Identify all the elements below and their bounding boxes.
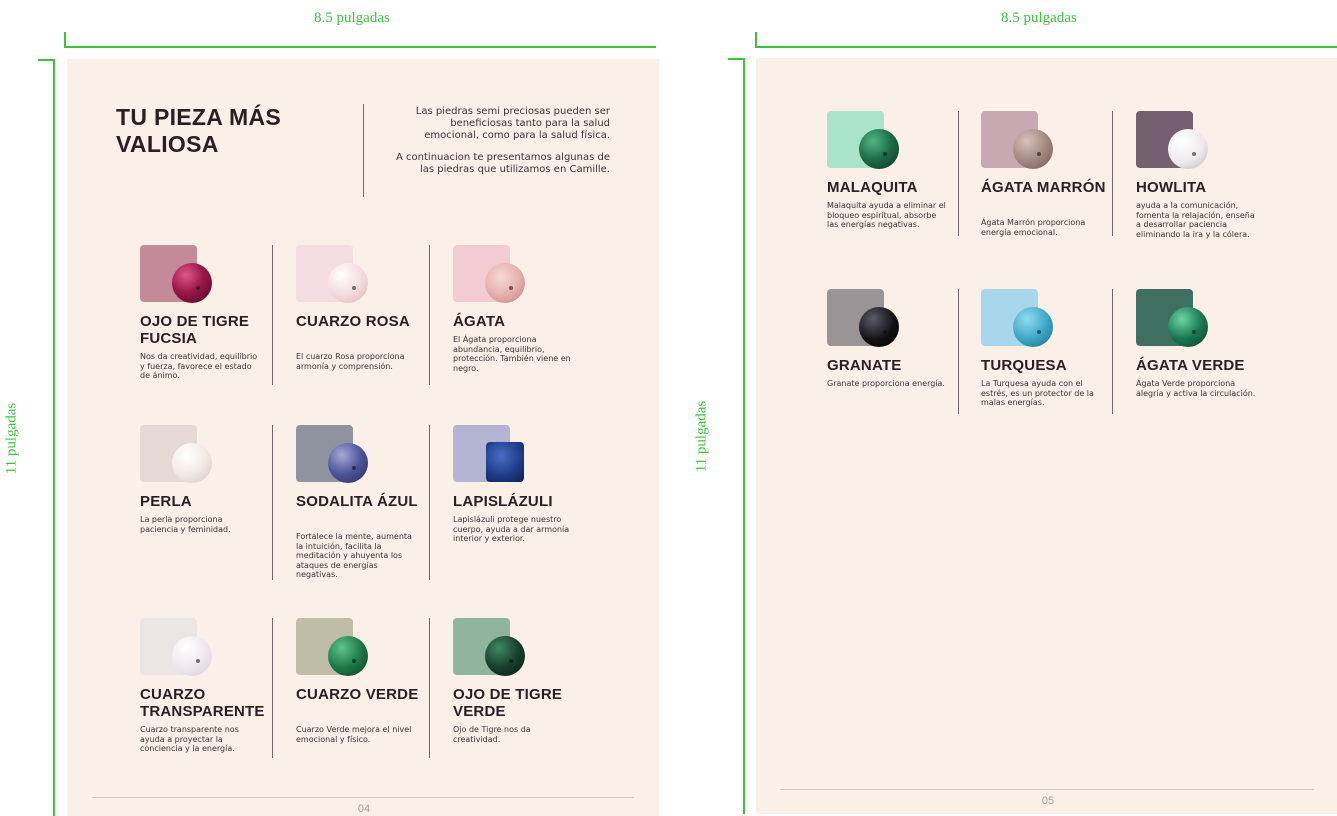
width-annotation-left: 8.5 pulgadas <box>314 10 390 26</box>
stone-name: PERLA <box>140 493 192 510</box>
bead-image <box>328 263 368 303</box>
stone-description: La perla proporciona paciencia y feminid… <box>140 515 231 534</box>
bead-image <box>485 263 525 303</box>
column-divider <box>429 245 430 385</box>
stone-name: ÁGATA MARRÓN <box>981 179 1106 196</box>
width-guide-tick-right <box>755 32 757 47</box>
height-guide-line-right <box>743 58 745 814</box>
stone-description: Ojo de Tigre nos da creatividad. <box>453 725 531 744</box>
bead-image <box>859 307 899 347</box>
stone-name: MALAQUITA <box>827 179 918 196</box>
height-guide-tick-left <box>38 59 54 61</box>
width-guide-line-right <box>755 46 1337 48</box>
stone-description: Ágata Marrón proporciona energía emocion… <box>981 218 1086 237</box>
stone-description: Ágata Verde proporciona alegría y activa… <box>1136 379 1256 398</box>
stone-name: ÁGATA <box>453 313 506 330</box>
stone-name: TURQUESA <box>981 357 1067 374</box>
stone-name: OJO DE TIGRE FUCSIA <box>140 313 250 347</box>
column-divider <box>958 289 959 414</box>
column-divider <box>272 618 273 758</box>
stone-description: Lapislázuli protege nuestro cuerpo, ayud… <box>453 515 570 543</box>
stone-name: GRANATE <box>827 357 902 374</box>
stone-name: CUARZO TRANSPARENTE <box>140 686 265 720</box>
column-divider <box>429 425 430 580</box>
stone-description: Fortalece la mente, aumenta la intuición… <box>296 532 412 579</box>
title-divider <box>363 104 364 197</box>
stone-description: ayuda a la comunicación, fomenta la rela… <box>1136 201 1255 239</box>
column-divider <box>429 618 430 758</box>
bead-image <box>486 442 524 482</box>
footer-rule <box>780 789 1314 790</box>
bead-image <box>859 129 899 169</box>
bead-image <box>328 443 368 483</box>
stone-description: Nos da creatividad, equilibrio y fuerza,… <box>140 352 258 380</box>
footer-rule <box>92 797 634 798</box>
page-title: TU PIEZA MÁS VALIOSA <box>116 104 282 157</box>
stone-name: HOWLITA <box>1136 179 1207 196</box>
stone-description: Malaquita ayuda a eliminar el bloqueo es… <box>827 201 946 229</box>
stone-name: LAPISLÁZULI <box>453 493 553 510</box>
stone-name: OJO DE TIGRE VERDE <box>453 686 563 720</box>
bead-image <box>1013 307 1053 347</box>
height-annotation-left: 11 pulgadas <box>3 402 20 475</box>
intro-paragraph-2: A continuacion te presentamos algunas de… <box>396 152 610 175</box>
height-guide-tick-right <box>728 58 744 60</box>
width-guide-tick-left <box>64 32 66 47</box>
bead-image <box>1013 129 1053 169</box>
bead-image <box>172 263 212 303</box>
bead-image <box>172 636 212 676</box>
column-divider <box>958 111 959 236</box>
stone-description: La Turquesa ayuda con el estrés, es un p… <box>981 379 1094 407</box>
width-annotation-right: 8.5 pulgadas <box>1001 10 1077 26</box>
intro-paragraph-1: Las piedras semi preciosas pueden ser be… <box>415 106 610 141</box>
column-divider <box>272 425 273 580</box>
stone-name: SODALITA ÁZUL <box>296 493 418 510</box>
stone-name: ÁGATA VERDE <box>1136 357 1245 374</box>
catalog-page-05 <box>756 58 1337 814</box>
stone-name: CUARZO VERDE <box>296 686 419 703</box>
intro-text: Las piedras semi preciosas pueden ser be… <box>395 106 610 176</box>
bead-image <box>485 636 525 676</box>
column-divider <box>272 245 273 385</box>
page-number: 05 <box>1041 795 1055 807</box>
page-number: 04 <box>357 803 371 815</box>
width-guide-line-left <box>64 46 656 48</box>
stone-description: El cuarzo Rosa proporciona armonía y com… <box>296 352 405 371</box>
bead-image <box>328 636 368 676</box>
stone-description: El Ágata proporciona abundancia, equilib… <box>453 335 571 373</box>
stone-name: CUARZO ROSA <box>296 313 410 330</box>
stone-description: Cuarzo Verde mejora el nivel emocional y… <box>296 725 412 744</box>
column-divider <box>1112 289 1113 414</box>
stone-description: Cuarzo transparente nos ayuda a proyecta… <box>140 725 239 753</box>
column-divider <box>1112 111 1113 236</box>
stone-description: Granate proporciona energía. <box>827 379 945 388</box>
bead-image <box>172 443 212 483</box>
height-annotation-right: 11 pulgadas <box>693 400 710 473</box>
bead-image <box>1168 307 1208 347</box>
height-guide-line-left <box>53 59 55 816</box>
bead-image <box>1168 129 1208 169</box>
